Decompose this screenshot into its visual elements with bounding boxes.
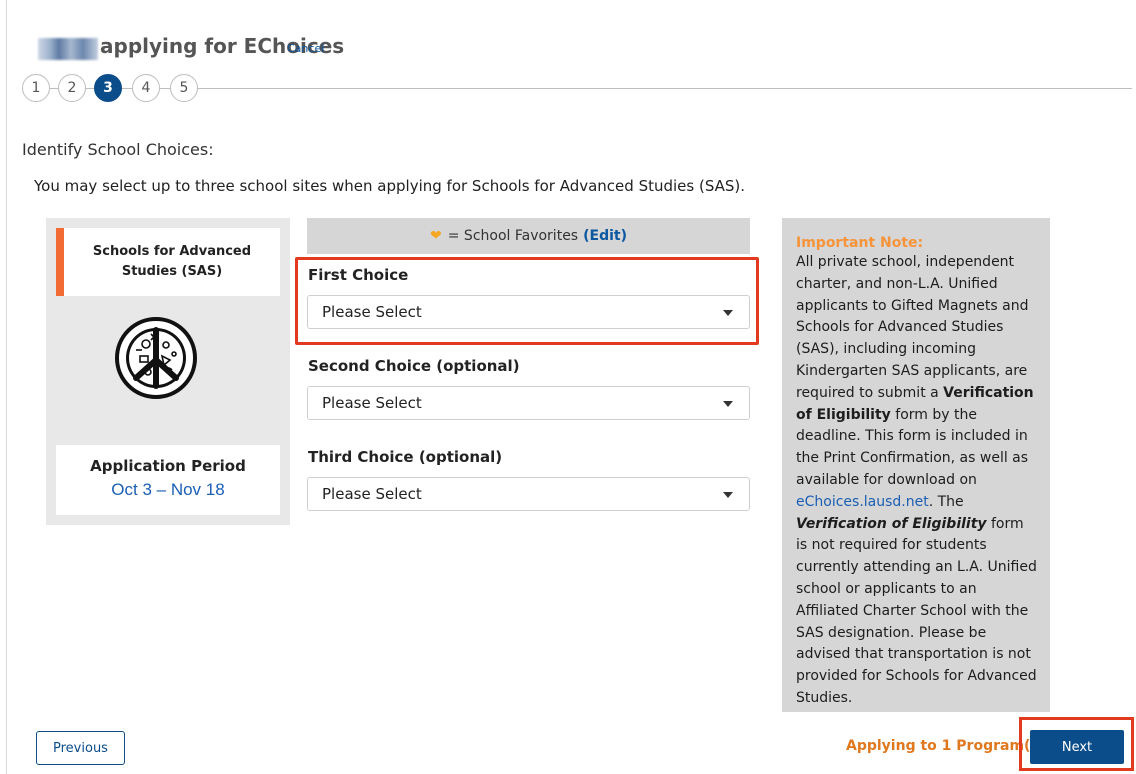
program-name: Schools for Advanced Studies (SAS) bbox=[92, 244, 252, 279]
note-title: Important Note: bbox=[796, 235, 924, 251]
note-text-3: . The bbox=[928, 493, 964, 510]
first-choice-value: Please Select bbox=[322, 303, 422, 321]
applying-count-text: Applying to 1 Program(s) bbox=[846, 738, 1045, 754]
note-bold-2: Verification of Eligibility bbox=[796, 515, 987, 532]
second-choice-label: Second Choice (optional) bbox=[308, 357, 520, 375]
previous-button[interactable]: Previous bbox=[36, 731, 125, 765]
blurred-student-name bbox=[38, 38, 98, 60]
second-choice-select[interactable]: Please Select bbox=[307, 386, 750, 420]
next-button[interactable]: Next bbox=[1030, 730, 1124, 764]
step-4[interactable]: 4 bbox=[132, 74, 160, 102]
third-choice-label: Third Choice (optional) bbox=[308, 448, 503, 466]
chevron-down-icon bbox=[723, 310, 733, 316]
second-choice-value: Please Select bbox=[322, 394, 422, 412]
section-title: Identify School Choices: bbox=[22, 140, 214, 159]
step-5[interactable]: 5 bbox=[170, 74, 198, 102]
application-period-label: Application Period bbox=[90, 457, 246, 475]
instructions-text: You may select up to three school sites … bbox=[34, 177, 746, 195]
note-text-4: form is not required for students curren… bbox=[796, 515, 1037, 706]
edit-favorites-link[interactable]: (Edit) bbox=[583, 228, 627, 244]
peace-sign-icon bbox=[115, 317, 197, 399]
first-choice-label: First Choice bbox=[308, 266, 409, 284]
step-3-current[interactable]: 3 bbox=[94, 74, 122, 102]
applying-prefix: Applying to bbox=[846, 738, 937, 754]
third-choice-select[interactable]: Please Select bbox=[307, 477, 750, 511]
step-2[interactable]: 2 bbox=[58, 74, 86, 102]
important-note-panel: Important Note: All private school, inde… bbox=[782, 218, 1050, 712]
program-name-box: Schools for Advanced Studies (SAS) bbox=[56, 228, 280, 296]
application-period-dates: Oct 3 – Nov 18 bbox=[111, 480, 225, 499]
school-favorites-bar: ❤ = School Favorites (Edit) bbox=[307, 218, 750, 254]
applying-count: 1 bbox=[941, 738, 952, 754]
chevron-down-icon bbox=[723, 492, 733, 498]
favorites-text: = School Favorites bbox=[447, 228, 579, 244]
left-divider bbox=[6, 0, 7, 774]
application-period-box: Application Period Oct 3 – Nov 18 bbox=[56, 445, 280, 515]
note-body: All private school, independent charter,… bbox=[796, 252, 1038, 710]
note-text-1: All private school, independent charter,… bbox=[796, 254, 1029, 401]
heart-icon: ❤ bbox=[430, 228, 442, 244]
cancel-link[interactable]: Cancel bbox=[287, 42, 324, 55]
step-1[interactable]: 1 bbox=[22, 74, 50, 102]
echoices-link[interactable]: eChoices.lausd.net bbox=[796, 494, 929, 510]
chevron-down-icon bbox=[723, 401, 733, 407]
third-choice-value: Please Select bbox=[322, 485, 422, 503]
step-indicator: 1 2 3 4 5 bbox=[22, 74, 1132, 102]
first-choice-select[interactable]: Please Select bbox=[307, 295, 750, 329]
